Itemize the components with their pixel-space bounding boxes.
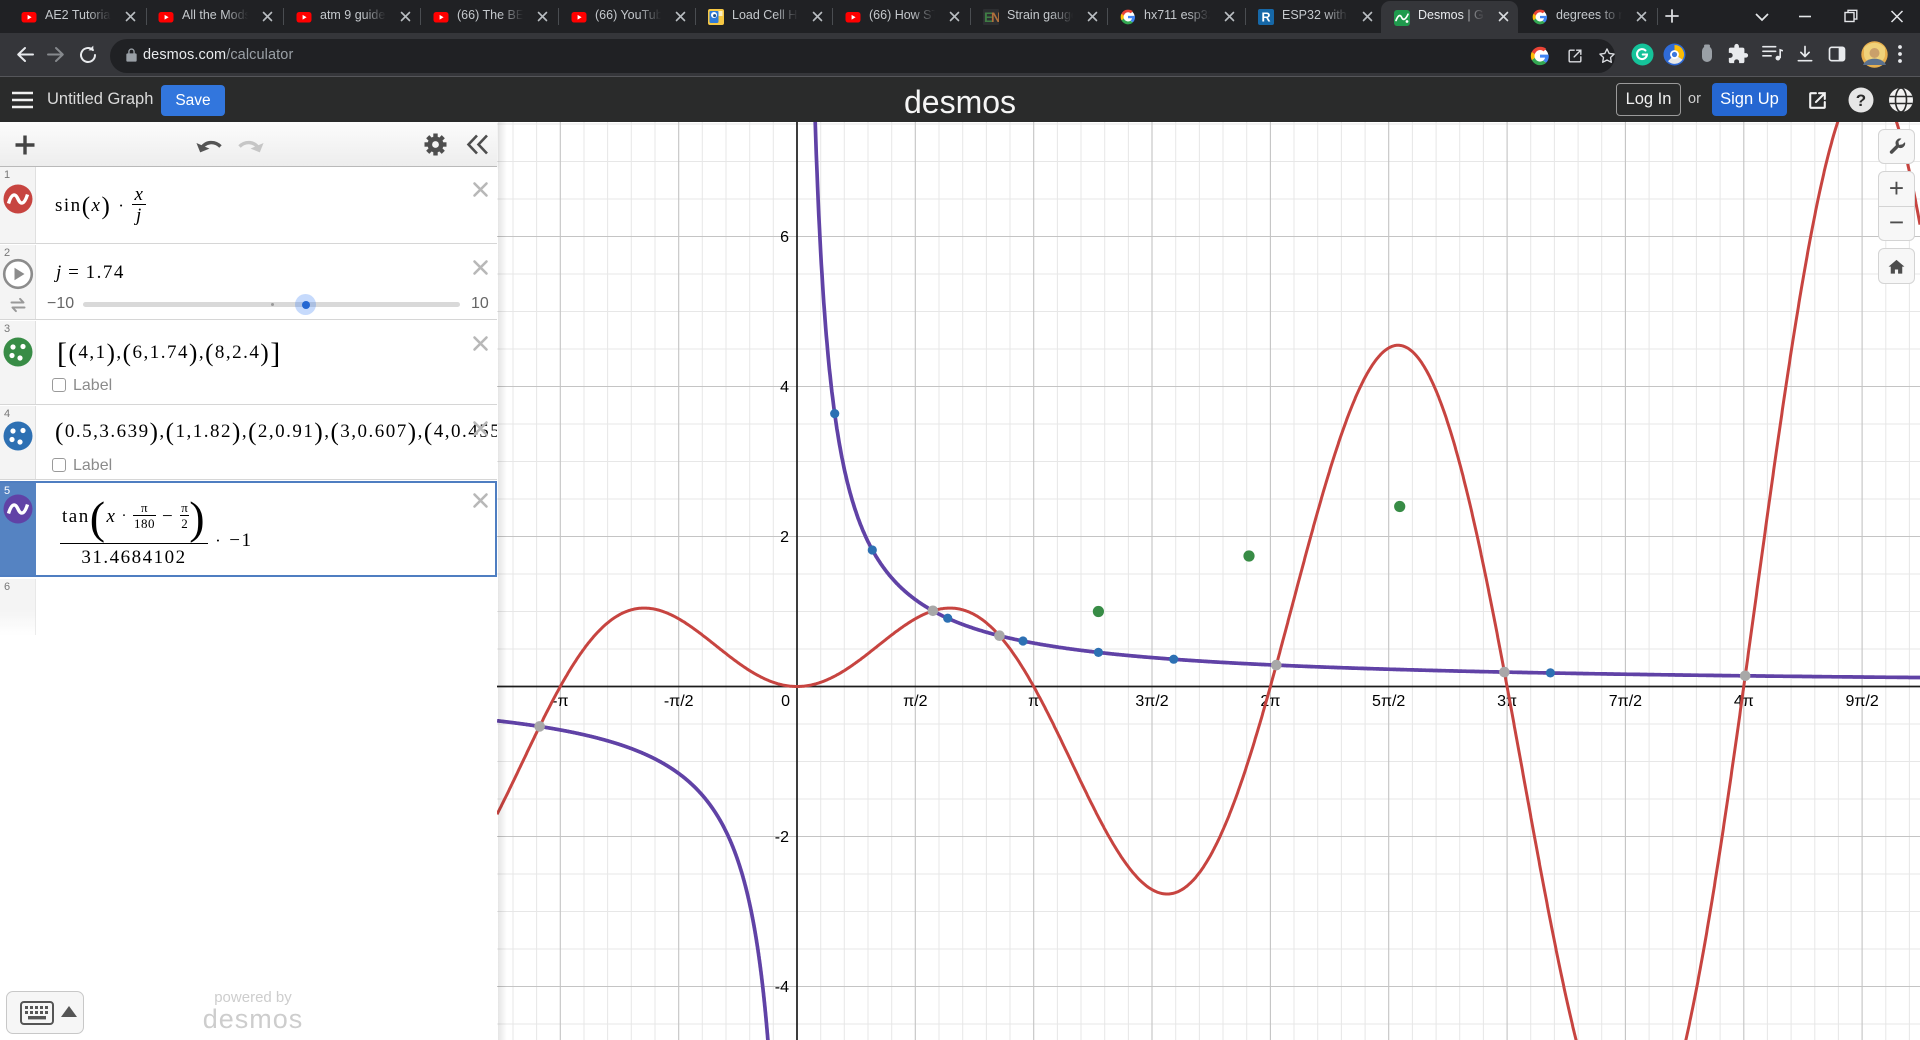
svg-text:π/2: π/2 xyxy=(903,693,927,710)
svg-text:0: 0 xyxy=(781,693,790,710)
svg-text:-2: -2 xyxy=(775,829,789,846)
svg-text:9π/2: 9π/2 xyxy=(1845,693,1878,710)
svg-text:N: N xyxy=(991,10,999,25)
svg-text:5π/2: 5π/2 xyxy=(1372,693,1405,710)
svg-text:6: 6 xyxy=(780,229,789,246)
svg-text:?: ? xyxy=(1856,91,1866,110)
svg-text:3π/2: 3π/2 xyxy=(1135,693,1168,710)
svg-text:2: 2 xyxy=(780,529,789,546)
svg-text:3π: 3π xyxy=(1497,693,1517,710)
svg-text:7π/2: 7π/2 xyxy=(1609,693,1642,710)
svg-text:-4: -4 xyxy=(775,979,789,996)
svg-text:-π/2: -π/2 xyxy=(664,693,694,710)
svg-text:4: 4 xyxy=(780,379,789,396)
svg-text:R: R xyxy=(1261,11,1270,25)
